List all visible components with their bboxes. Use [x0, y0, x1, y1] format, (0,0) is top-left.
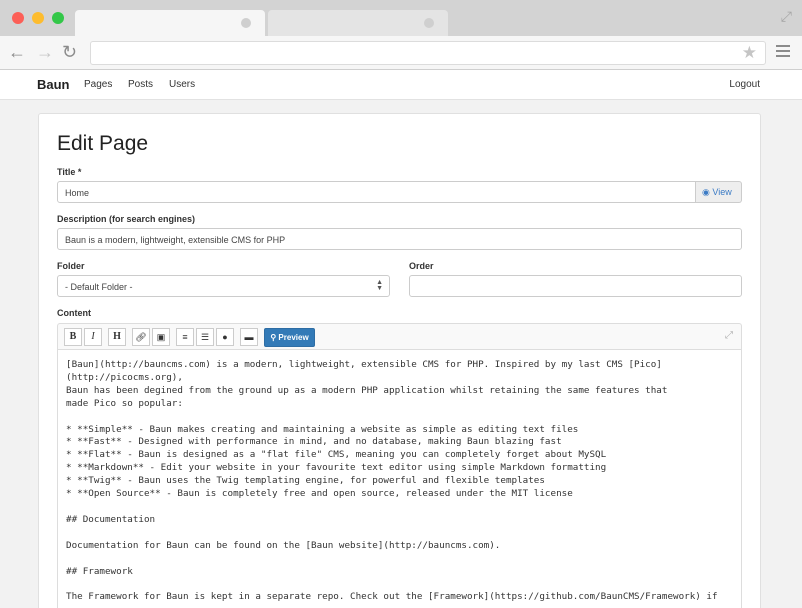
bold-button[interactable]: B [64, 328, 82, 346]
order-input[interactable] [409, 275, 742, 297]
address-bar[interactable]: ★ [90, 41, 766, 65]
reload-icon[interactable]: ↻ [62, 42, 77, 62]
browser-tab-active[interactable] [75, 10, 265, 36]
folder-label: Folder [57, 261, 85, 271]
logout-link[interactable]: Logout [729, 79, 760, 90]
link-icon[interactable]: 🔗︎ [132, 328, 150, 346]
select-arrows-icon: ▲ ▼ [376, 279, 383, 292]
window-close-button[interactable] [12, 12, 24, 24]
content-label: Content [57, 308, 91, 318]
description-input[interactable]: Baun is a modern, lightweight, extensibl… [57, 228, 742, 250]
expand-icon[interactable]: ⤢ [781, 8, 792, 25]
italic-button[interactable]: I [84, 328, 102, 346]
app-navbar: Baun Pages Posts Users Logout [0, 70, 802, 100]
nav-link-pages[interactable]: Pages [84, 79, 112, 90]
folder-select[interactable]: - Default Folder - ▲ ▼ [57, 275, 390, 297]
quote-icon[interactable]: ▬ [240, 328, 258, 346]
content-editor[interactable]: [Baun](http://bauncms.com) is a modern, … [57, 349, 742, 608]
tab-close-icon[interactable] [241, 18, 251, 28]
description-label: Description (for search engines) [57, 214, 196, 224]
browser-toolbar: ← → ↻ ★ [0, 36, 802, 70]
tab-close-icon[interactable] [424, 18, 434, 28]
brand-logo[interactable]: Baun [37, 77, 70, 92]
editor-toolbar: B I H 🔗︎ ▣ ≡ ☰ ● ▬ ⚲ Preview ⤢ [57, 323, 742, 349]
window-minimize-button[interactable] [32, 12, 44, 24]
hamburger-menu-icon[interactable] [776, 45, 790, 60]
preview-button[interactable]: ⚲ Preview [264, 328, 315, 347]
window-maximize-button[interactable] [52, 12, 64, 24]
nav-link-posts[interactable]: Posts [128, 79, 153, 90]
view-button[interactable]: ◉ View [696, 181, 742, 203]
heading-button[interactable]: H [108, 328, 126, 346]
arrow-left-icon[interactable]: ← [8, 42, 26, 62]
star-icon[interactable]: ★ [742, 43, 757, 63]
view-button-label: View [712, 187, 732, 197]
edit-page-panel: Edit Page Title * Home ◉ View Descriptio… [38, 113, 761, 608]
editor-content-text: [Baun](http://bauncms.com) is a modern, … [66, 359, 718, 603]
fullscreen-icon[interactable]: ⤢ [725, 330, 733, 341]
eye-icon: ◉ [702, 187, 710, 197]
code-icon[interactable]: ● [216, 328, 234, 346]
browser-chrome: ⤢ ← → ↻ ★ [0, 0, 802, 70]
nav-link-users[interactable]: Users [169, 79, 195, 90]
image-icon[interactable]: ▣ [152, 328, 170, 346]
ordered-list-icon[interactable]: ☰ [196, 328, 214, 346]
arrow-right-icon[interactable]: → [36, 42, 54, 62]
title-input[interactable]: Home [57, 181, 696, 203]
page-title: Edit Page [57, 132, 149, 155]
title-label: Title * [57, 167, 82, 177]
list-icon[interactable]: ≡ [176, 328, 194, 346]
folder-select-value: - Default Folder - [65, 282, 133, 292]
browser-tab-inactive[interactable] [268, 10, 448, 36]
search-icon: ⚲ [270, 333, 277, 342]
preview-button-label: Preview [278, 333, 309, 342]
order-label: Order [409, 261, 434, 271]
